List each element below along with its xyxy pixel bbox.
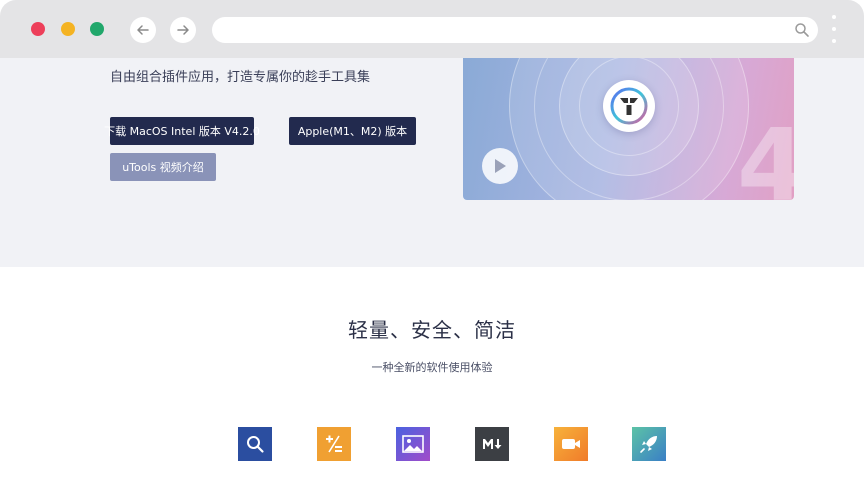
search-icon[interactable] — [794, 22, 810, 38]
features-subtitle: 一种全新的软件使用体验 — [371, 361, 493, 374]
download-intel-button[interactable]: 下载 MacOS Intel 版本 V4.2.0 — [104, 117, 260, 145]
address-bar[interactable] — [212, 17, 818, 43]
features-title: 轻量、安全、简洁 — [348, 318, 516, 342]
maximize-window-button[interactable] — [90, 22, 104, 36]
play-icon — [495, 159, 506, 173]
utools-logo-icon — [603, 80, 655, 132]
version-mark: 4 — [737, 107, 794, 201]
rocket-icon — [632, 427, 666, 461]
image-icon — [396, 427, 430, 461]
back-button[interactable] — [130, 17, 156, 43]
video-intro-button[interactable]: uTools 视频介绍 — [110, 153, 216, 181]
close-window-button[interactable] — [31, 22, 45, 36]
markdown-icon — [475, 427, 509, 461]
hero-subtitle: 自由组合插件应用，打造专属你的趁手工具集 — [110, 70, 371, 85]
hero-section: 自由组合插件应用，打造专属你的趁手工具集 下载 MacOS Intel 版本 V… — [0, 58, 864, 267]
minimize-window-button[interactable] — [61, 22, 75, 36]
calculator-icon — [317, 427, 351, 461]
more-vertical-icon[interactable] — [831, 15, 837, 43]
play-button[interactable] — [482, 148, 518, 184]
browser-toolbar — [0, 0, 864, 58]
download-apple-button[interactable]: Apple(M1、M2) 版本 — [289, 117, 416, 145]
arrow-right-icon — [177, 25, 189, 35]
video-camera-icon — [554, 427, 588, 461]
arrow-left-icon — [137, 25, 149, 35]
video-preview[interactable]: 4 — [463, 58, 794, 200]
search-icon — [238, 427, 272, 461]
browser-window: 自由组合插件应用，打造专属你的趁手工具集 下载 MacOS Intel 版本 V… — [0, 0, 864, 480]
forward-button[interactable] — [170, 17, 196, 43]
